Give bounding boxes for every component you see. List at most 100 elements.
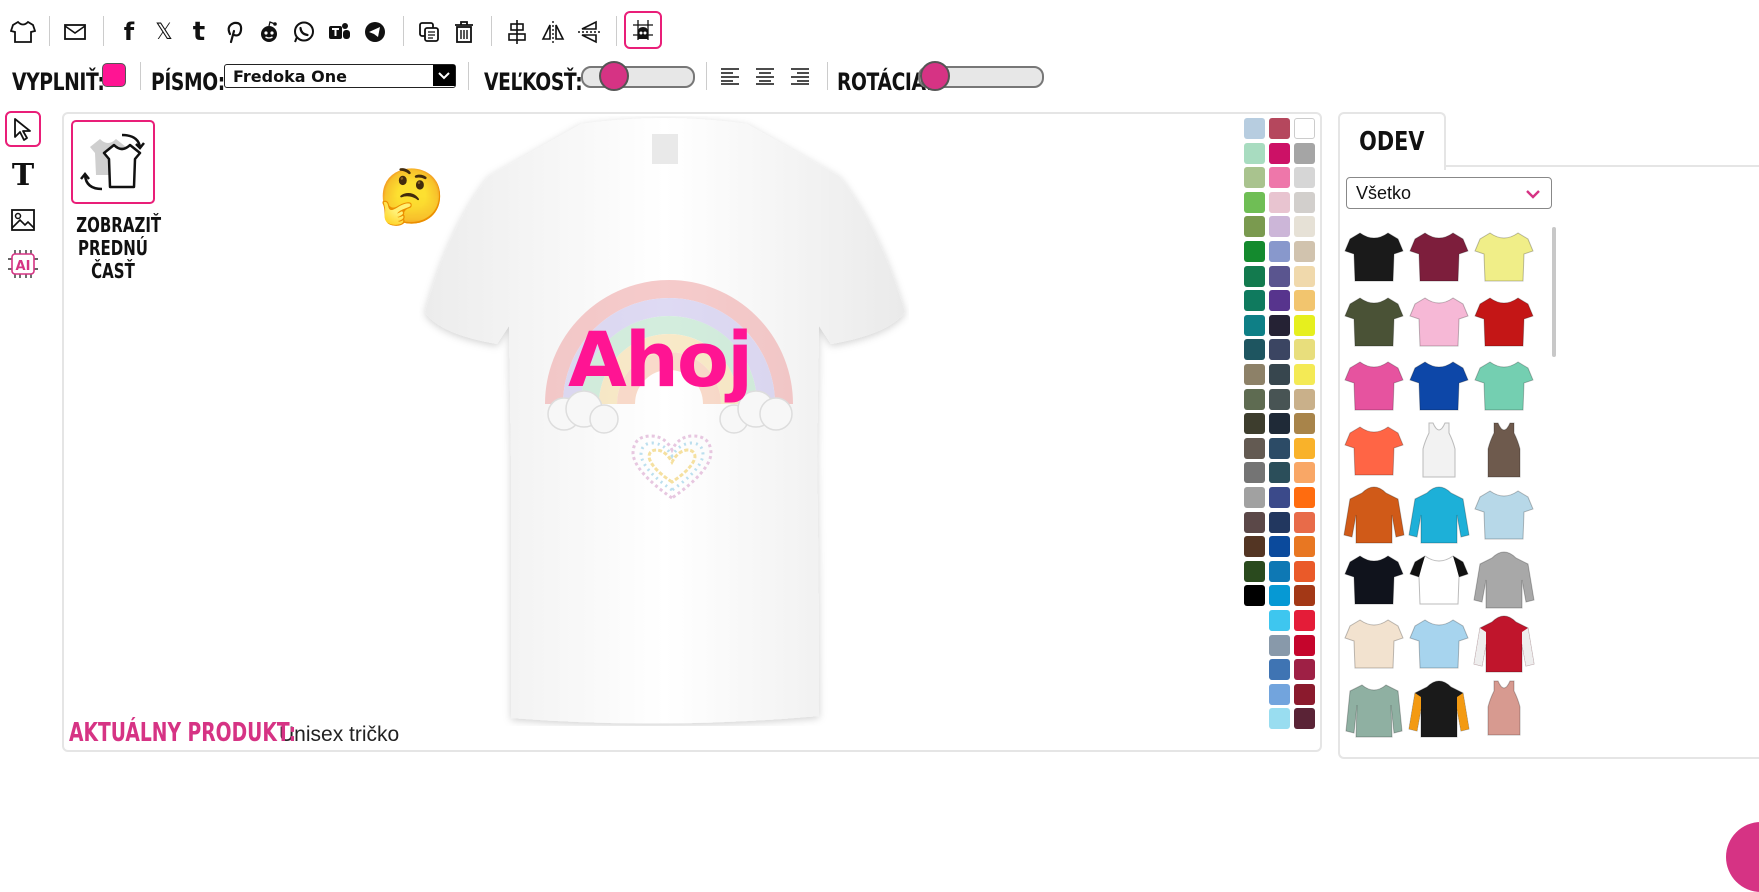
color-swatch[interactable]	[1294, 634, 1315, 656]
color-swatch[interactable]	[1244, 339, 1265, 361]
color-swatch[interactable]	[1244, 560, 1265, 582]
orange-hoodie[interactable]	[1342, 483, 1406, 547]
color-swatch[interactable]	[1269, 585, 1290, 607]
color-swatch[interactable]	[1294, 413, 1315, 435]
grey-hoodie[interactable]	[1472, 548, 1536, 612]
color-swatch[interactable]	[1269, 167, 1290, 189]
chat-bubble-button[interactable]	[1726, 822, 1759, 892]
yellow-tshirt[interactable]	[1472, 225, 1536, 289]
color-swatch[interactable]	[1269, 241, 1290, 262]
red-varsity-jacket[interactable]	[1472, 612, 1536, 676]
design-canvas[interactable]: ZOBRAZIŤ PREDNÚ ČASŤ Ahoj 🤔 AKTUÁLNY PRO…	[62, 112, 1322, 752]
color-swatch[interactable]	[1269, 487, 1290, 508]
color-swatch[interactable]	[1244, 487, 1265, 508]
color-swatch[interactable]	[1269, 683, 1290, 705]
color-swatch[interactable]	[1294, 536, 1315, 558]
mint-tshirt[interactable]	[1472, 354, 1536, 418]
black-orange-hoodie[interactable]	[1407, 677, 1471, 741]
color-swatch[interactable]	[1294, 462, 1315, 484]
color-swatch[interactable]	[1294, 339, 1315, 361]
color-swatch[interactable]	[1294, 487, 1315, 508]
color-swatch[interactable]	[1269, 290, 1290, 312]
tumblr-icon[interactable]: t	[181, 14, 217, 50]
view-toggle-button[interactable]	[71, 120, 155, 204]
cyan-hoodie[interactable]	[1407, 483, 1471, 547]
color-swatch[interactable]	[1294, 142, 1315, 164]
tshirt-icon[interactable]	[5, 14, 41, 50]
color-swatch[interactable]	[1269, 708, 1290, 730]
brown-tank-top[interactable]	[1472, 419, 1536, 483]
rotation-slider[interactable]	[918, 61, 1045, 91]
color-swatch[interactable]	[1294, 437, 1315, 459]
red-tshirt[interactable]	[1472, 290, 1536, 354]
x-icon[interactable]: 𝕏	[146, 14, 182, 50]
trash-icon[interactable]	[446, 14, 482, 50]
color-swatch[interactable]	[1269, 216, 1290, 238]
color-swatch[interactable]	[1269, 634, 1290, 656]
color-swatch[interactable]	[1244, 364, 1265, 385]
color-swatch[interactable]	[1269, 511, 1290, 533]
color-swatch[interactable]	[1269, 560, 1290, 582]
color-swatch[interactable]	[1294, 659, 1315, 681]
grid-snap-icon[interactable]	[624, 11, 662, 49]
color-swatch[interactable]	[1294, 216, 1315, 238]
apparel-scrollbar[interactable]	[1552, 227, 1556, 357]
color-swatch[interactable]	[1269, 610, 1290, 631]
color-swatch[interactable]	[1294, 388, 1315, 410]
black-tshirt[interactable]	[1342, 225, 1406, 289]
flip-horizontal-icon[interactable]	[535, 14, 571, 50]
size-slider[interactable]	[581, 61, 696, 91]
color-swatch[interactable]	[1269, 364, 1290, 385]
black-premium-tshirt[interactable]	[1342, 548, 1406, 612]
color-swatch[interactable]	[1294, 265, 1315, 287]
magenta-women-tshirt[interactable]	[1342, 354, 1406, 418]
teams-icon[interactable]	[321, 14, 357, 50]
color-swatch[interactable]	[1269, 265, 1290, 287]
color-swatch[interactable]	[1244, 437, 1265, 459]
sky-ombre-tshirt[interactable]	[1407, 612, 1471, 676]
align-right-icon[interactable]	[782, 58, 818, 94]
color-swatch[interactable]	[1244, 585, 1265, 607]
whatsapp-icon[interactable]	[286, 14, 322, 50]
olive-tshirt[interactable]	[1342, 290, 1406, 354]
color-swatch[interactable]	[1244, 142, 1265, 164]
color-swatch[interactable]	[1269, 413, 1290, 435]
align-left-icon[interactable]	[712, 58, 748, 94]
color-swatch[interactable]	[1294, 314, 1315, 336]
color-swatch[interactable]	[1294, 560, 1315, 582]
sage-longsleeve[interactable]	[1342, 677, 1406, 741]
category-select[interactable]: Všetko	[1346, 177, 1552, 209]
thinking-face-emoji[interactable]: 🤔	[378, 170, 445, 224]
color-swatch[interactable]	[1244, 118, 1265, 139]
color-swatch[interactable]	[1269, 142, 1290, 164]
color-swatch[interactable]	[1269, 659, 1290, 681]
font-select[interactable]: Fredoka One	[224, 64, 456, 88]
color-swatch[interactable]	[1244, 413, 1265, 435]
color-swatch[interactable]	[1269, 314, 1290, 336]
telegram-icon[interactable]	[357, 14, 393, 50]
flip-vertical-icon[interactable]	[571, 14, 607, 50]
pinterest-icon[interactable]	[216, 14, 252, 50]
color-swatch[interactable]	[1269, 437, 1290, 459]
color-swatch[interactable]	[1244, 290, 1265, 312]
align-center-text-icon[interactable]	[747, 58, 783, 94]
color-swatch[interactable]	[1294, 191, 1315, 213]
image-tool[interactable]	[5, 202, 41, 238]
mail-icon[interactable]	[57, 14, 93, 50]
tie-dye-tshirt[interactable]	[1472, 483, 1536, 547]
color-swatch[interactable]	[1294, 708, 1315, 730]
color-swatch[interactable]	[1269, 118, 1290, 139]
color-swatch[interactable]	[1294, 511, 1315, 533]
burgundy-women-tshirt[interactable]	[1407, 225, 1471, 289]
color-swatch[interactable]	[1244, 241, 1265, 262]
pink-women-tshirt[interactable]	[1407, 290, 1471, 354]
color-swatch[interactable]	[1294, 118, 1315, 139]
color-swatch[interactable]	[1244, 191, 1265, 213]
color-swatch[interactable]	[1269, 191, 1290, 213]
royal-blue-tshirt[interactable]	[1407, 354, 1471, 418]
color-swatch[interactable]	[1294, 585, 1315, 607]
color-swatch[interactable]	[1244, 511, 1265, 533]
color-swatch[interactable]	[1244, 167, 1265, 189]
dusty-rose-tank[interactable]	[1472, 677, 1536, 741]
color-swatch[interactable]	[1294, 364, 1315, 385]
